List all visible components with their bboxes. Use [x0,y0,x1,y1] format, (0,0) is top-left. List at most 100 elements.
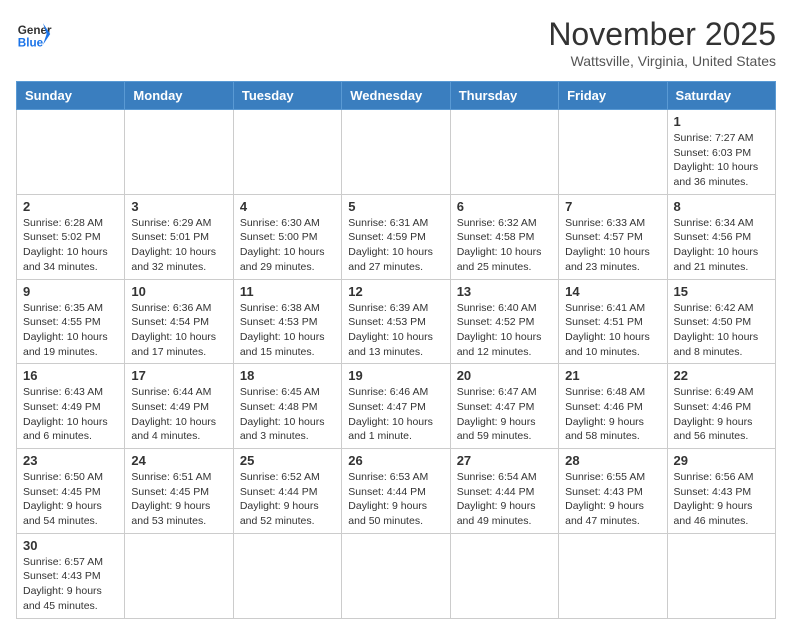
day-number: 28 [565,453,660,468]
week-row-1: 2 Sunrise: 6:28 AMSunset: 5:02 PMDaylight… [17,194,776,279]
day-info: Sunrise: 6:28 AMSunset: 5:02 PMDaylight:… [23,216,118,275]
day-info: Sunrise: 6:41 AMSunset: 4:51 PMDaylight:… [565,301,660,360]
day-info: Sunrise: 6:47 AMSunset: 4:47 PMDaylight:… [457,385,552,444]
day-info: Sunrise: 6:50 AMSunset: 4:45 PMDaylight:… [23,470,118,529]
week-row-3: 16 Sunrise: 6:43 AMSunset: 4:49 PMDayligh… [17,364,776,449]
day-info: Sunrise: 6:44 AMSunset: 4:49 PMDaylight:… [131,385,226,444]
month-title: November 2025 [548,16,776,53]
day-cell [450,110,558,195]
day-number: 14 [565,284,660,299]
day-cell: 15Sunrise: 6:42 AMSunset: 4:50 PMDayligh… [667,279,775,364]
day-number: 6 [457,199,552,214]
col-header-monday: Monday [125,82,233,110]
day-info: Sunrise: 7:27 AMSunset: 6:03 PMDaylight:… [674,131,769,190]
day-number: 1 [674,114,769,129]
day-info: Sunrise: 6:45 AMSunset: 4:48 PMDaylight:… [240,385,335,444]
svg-text:Blue: Blue [18,37,44,50]
col-header-tuesday: Tuesday [233,82,341,110]
logo-icon: General Blue [16,16,52,52]
day-info: Sunrise: 6:31 AMSunset: 4:59 PMDaylight:… [348,216,443,275]
day-info: Sunrise: 6:48 AMSunset: 4:46 PMDaylight:… [565,385,660,444]
day-info: Sunrise: 6:36 AMSunset: 4:54 PMDaylight:… [131,301,226,360]
day-cell: 12 Sunrise: 6:39 AMSunset: 4:53 PMDayligh… [342,279,450,364]
day-number: 17 [131,368,226,383]
day-cell: 22Sunrise: 6:49 AMSunset: 4:46 PMDayligh… [667,364,775,449]
logo: General Blue [16,16,52,52]
day-number: 16 [23,368,118,383]
day-cell: 5Sunrise: 6:31 AMSunset: 4:59 PMDaylight… [342,194,450,279]
day-cell: 13 Sunrise: 6:40 AMSunset: 4:52 PMDayligh… [450,279,558,364]
day-info: Sunrise: 6:32 AMSunset: 4:58 PMDaylight:… [457,216,552,275]
day-cell: 30 Sunrise: 6:57 AMSunset: 4:43 PMDayligh… [17,533,125,618]
day-number: 29 [674,453,769,468]
day-cell: 28 Sunrise: 6:55 AMSunset: 4:43 PMDayligh… [559,449,667,534]
day-cell [233,533,341,618]
day-info: Sunrise: 6:29 AMSunset: 5:01 PMDaylight:… [131,216,226,275]
day-cell: 14 Sunrise: 6:41 AMSunset: 4:51 PMDayligh… [559,279,667,364]
day-info: Sunrise: 6:57 AMSunset: 4:43 PMDaylight:… [23,555,118,614]
day-cell: 20 Sunrise: 6:47 AMSunset: 4:47 PMDayligh… [450,364,558,449]
day-number: 23 [23,453,118,468]
day-cell [125,533,233,618]
day-number: 21 [565,368,660,383]
day-cell: 6 Sunrise: 6:32 AMSunset: 4:58 PMDaylight… [450,194,558,279]
header-row: SundayMondayTuesdayWednesdayThursdayFrid… [17,82,776,110]
day-number: 26 [348,453,443,468]
day-cell: 7 Sunrise: 6:33 AMSunset: 4:57 PMDaylight… [559,194,667,279]
day-info: Sunrise: 6:43 AMSunset: 4:49 PMDaylight:… [23,385,118,444]
week-row-0: 1 Sunrise: 7:27 AMSunset: 6:03 PMDaylight… [17,110,776,195]
day-cell: 11Sunrise: 6:38 AMSunset: 4:53 PMDayligh… [233,279,341,364]
col-header-thursday: Thursday [450,82,558,110]
day-info: Sunrise: 6:51 AMSunset: 4:45 PMDaylight:… [131,470,226,529]
week-row-4: 23 Sunrise: 6:50 AMSunset: 4:45 PMDayligh… [17,449,776,534]
week-row-5: 30 Sunrise: 6:57 AMSunset: 4:43 PMDayligh… [17,533,776,618]
day-number: 20 [457,368,552,383]
title-area: November 2025 Wattsville, Virginia, Unit… [548,16,776,69]
day-number: 8 [674,199,769,214]
col-header-friday: Friday [559,82,667,110]
day-cell: 27 Sunrise: 6:54 AMSunset: 4:44 PMDayligh… [450,449,558,534]
day-cell [667,533,775,618]
col-header-wednesday: Wednesday [342,82,450,110]
day-cell: 3Sunrise: 6:29 AMSunset: 5:01 PMDaylight… [125,194,233,279]
day-info: Sunrise: 6:40 AMSunset: 4:52 PMDaylight:… [457,301,552,360]
day-number: 12 [348,284,443,299]
day-info: Sunrise: 6:46 AMSunset: 4:47 PMDaylight:… [348,385,443,444]
day-info: Sunrise: 6:30 AMSunset: 5:00 PMDaylight:… [240,216,335,275]
day-info: Sunrise: 6:33 AMSunset: 4:57 PMDaylight:… [565,216,660,275]
day-cell: 19 Sunrise: 6:46 AMSunset: 4:47 PMDayligh… [342,364,450,449]
day-cell [559,533,667,618]
location-title: Wattsville, Virginia, United States [548,53,776,69]
day-cell [233,110,341,195]
day-cell: 9Sunrise: 6:35 AMSunset: 4:55 PMDaylight… [17,279,125,364]
calendar-table: SundayMondayTuesdayWednesdayThursdayFrid… [16,81,776,619]
day-number: 10 [131,284,226,299]
day-cell: 18Sunrise: 6:45 AMSunset: 4:48 PMDayligh… [233,364,341,449]
day-cell: 1 Sunrise: 7:27 AMSunset: 6:03 PMDaylight… [667,110,775,195]
day-cell [342,110,450,195]
day-info: Sunrise: 6:53 AMSunset: 4:44 PMDaylight:… [348,470,443,529]
day-cell [125,110,233,195]
day-info: Sunrise: 6:39 AMSunset: 4:53 PMDaylight:… [348,301,443,360]
day-number: 7 [565,199,660,214]
day-cell: 24Sunrise: 6:51 AMSunset: 4:45 PMDayligh… [125,449,233,534]
day-number: 19 [348,368,443,383]
col-header-saturday: Saturday [667,82,775,110]
day-number: 27 [457,453,552,468]
day-cell [559,110,667,195]
day-cell: 4Sunrise: 6:30 AMSunset: 5:00 PMDaylight… [233,194,341,279]
day-info: Sunrise: 6:54 AMSunset: 4:44 PMDaylight:… [457,470,552,529]
day-info: Sunrise: 6:35 AMSunset: 4:55 PMDaylight:… [23,301,118,360]
col-header-sunday: Sunday [17,82,125,110]
day-number: 22 [674,368,769,383]
day-number: 25 [240,453,335,468]
day-cell: 2 Sunrise: 6:28 AMSunset: 5:02 PMDaylight… [17,194,125,279]
day-info: Sunrise: 6:38 AMSunset: 4:53 PMDaylight:… [240,301,335,360]
day-number: 30 [23,538,118,553]
day-number: 13 [457,284,552,299]
day-info: Sunrise: 6:34 AMSunset: 4:56 PMDaylight:… [674,216,769,275]
day-number: 2 [23,199,118,214]
day-info: Sunrise: 6:55 AMSunset: 4:43 PMDaylight:… [565,470,660,529]
day-info: Sunrise: 6:52 AMSunset: 4:44 PMDaylight:… [240,470,335,529]
day-cell: 16 Sunrise: 6:43 AMSunset: 4:49 PMDayligh… [17,364,125,449]
